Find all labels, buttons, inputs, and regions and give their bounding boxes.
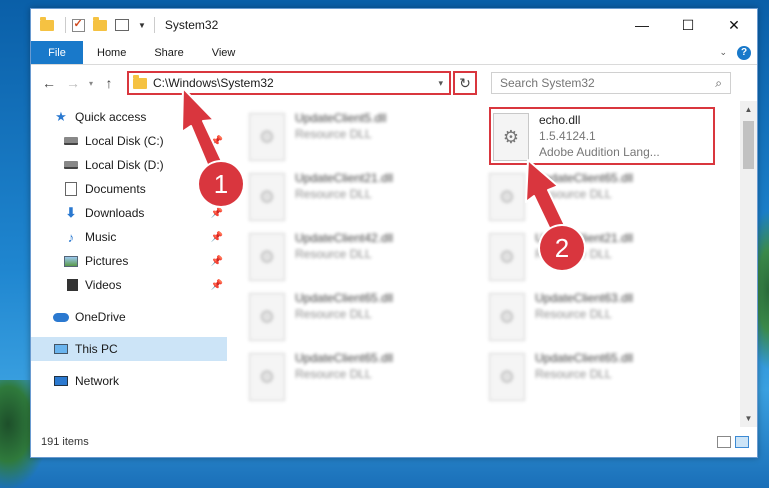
annotation-overlay [181,87,571,243]
annotation-badge-2: 2 [540,226,584,270]
annotation-badge-1: 1 [199,162,243,206]
